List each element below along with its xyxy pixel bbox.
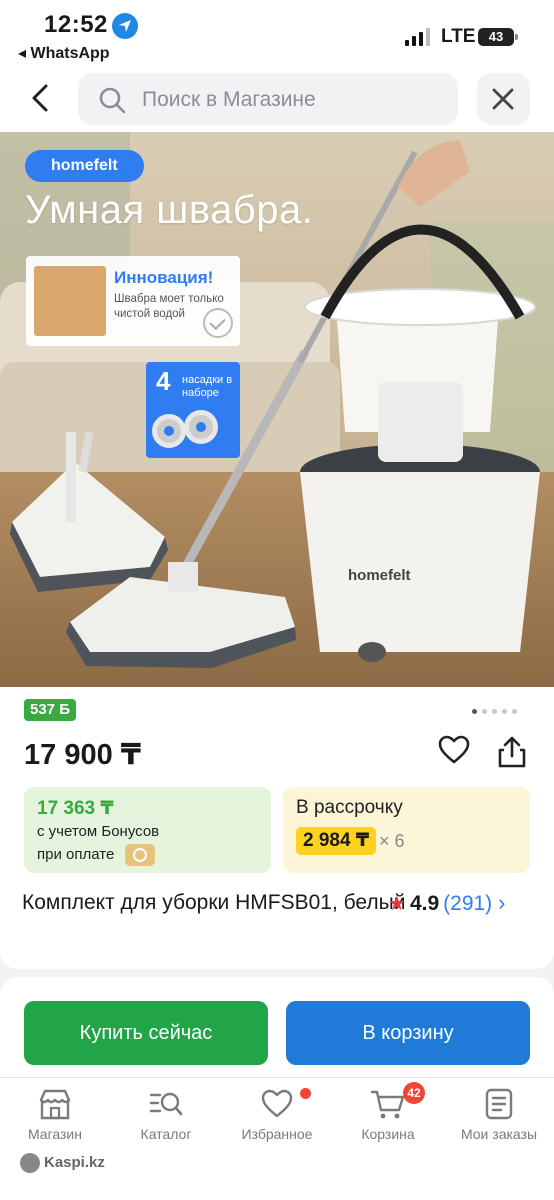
kaspi-watermark: Kaspi.kz <box>20 1153 105 1173</box>
share-icon <box>498 736 526 768</box>
star-icon: ★ <box>388 893 406 915</box>
bucket-brand: homefelt <box>348 567 411 584</box>
kaspi-pay-icon <box>125 844 155 866</box>
purchase-actions: Купить сейчас В корзину <box>0 977 554 1077</box>
reviews-count: (291) <box>443 892 493 915</box>
network-type: LTE <box>441 26 476 47</box>
search-icon <box>99 87 126 114</box>
cart-icon <box>370 1090 405 1119</box>
pad-icon <box>184 410 218 444</box>
search-input[interactable]: Поиск в Магазине <box>78 73 458 125</box>
hero-headline: Умная швабра. <box>25 188 314 232</box>
close-button[interactable] <box>477 73 530 125</box>
tab-favorites[interactable]: Избранное <box>222 1088 332 1142</box>
back-to-app-link[interactable]: ◂ WhatsApp <box>18 43 110 63</box>
search-placeholder: Поиск в Магазине <box>142 88 316 111</box>
signal-icon <box>405 28 433 46</box>
share-button[interactable] <box>496 735 528 774</box>
bonus-text-line1: с учетом Бонусов <box>37 823 160 840</box>
tab-catalog-label: Каталог <box>140 1126 192 1142</box>
chevron-left-icon <box>32 84 48 112</box>
kaspi-watermark-text: Kaspi.kz <box>44 1153 105 1171</box>
product-info-card: 537 Б 17 900 ₸ 17 363 ₸ с учетом Бонусов… <box>0 687 554 969</box>
chevron-right-icon: › <box>498 890 506 915</box>
tab-store-label: Магазин <box>27 1126 82 1142</box>
close-icon <box>492 88 514 110</box>
back-button[interactable] <box>24 78 60 118</box>
favorites-notification-dot <box>300 1088 311 1099</box>
bottom-tab-bar: Магазин Каталог Избранное 42 Корзина Мои… <box>0 1077 554 1200</box>
innovation-thumbnail <box>34 266 106 336</box>
product-image-gallery[interactable]: homefelt Умная швабра. Инновация! Швабра… <box>0 132 554 687</box>
pagination-dot <box>512 709 517 714</box>
favorite-button[interactable] <box>438 735 470 770</box>
tab-cart[interactable]: 42 Корзина <box>333 1082 443 1142</box>
kaspi-logo-icon <box>20 1153 40 1173</box>
status-time: 12:52 <box>44 11 108 38</box>
tab-orders-label: Мои заказы <box>460 1126 538 1142</box>
pads-count: 4 <box>156 366 171 396</box>
tab-favorites-label: Избранное <box>241 1126 313 1142</box>
rating-value: 4.9 <box>409 892 440 915</box>
heart-icon <box>438 735 470 764</box>
pagination-dot <box>482 709 487 714</box>
installment-card[interactable]: В рассрочку 2 984 ₸ × 6 <box>283 787 530 873</box>
bonus-points-badge: 537 Б <box>24 699 76 721</box>
product-title: Комплект для уборки HMFSB01, белый <box>22 891 406 914</box>
tab-orders[interactable]: Мои заказы <box>444 1088 554 1142</box>
pads-card: 4 насадки в наборе <box>146 362 240 458</box>
product-price: 17 900 ₸ <box>24 739 141 771</box>
cart-count-badge: 42 <box>403 1082 425 1104</box>
check-badge-icon <box>203 308 233 338</box>
bonus-price: 17 363 ₸ <box>37 798 114 819</box>
installment-multiplier: × 6 <box>379 831 405 851</box>
tab-cart-label: Корзина <box>361 1126 415 1142</box>
pagination-dot <box>502 709 507 714</box>
brand-badge: homefelt <box>25 150 144 182</box>
status-bar: 12:52 ◂ WhatsApp LTE 43 <box>0 0 554 70</box>
heart-icon <box>261 1089 293 1118</box>
tab-store[interactable]: Магазин <box>0 1088 110 1142</box>
location-arrow-icon <box>112 13 138 39</box>
bonus-text-line2: при оплате <box>37 846 115 863</box>
gallery-pagination <box>472 701 522 719</box>
pagination-dot <box>472 709 477 714</box>
rating-link[interactable]: ★ 4.9 (291) › <box>388 888 506 919</box>
pads-label: насадки в наборе <box>182 374 233 399</box>
buy-now-button[interactable]: Купить сейчас <box>24 1001 268 1065</box>
installment-title: В рассрочку <box>296 797 403 818</box>
search-header: Поиск в Магазине <box>0 70 554 132</box>
tab-catalog[interactable]: Каталог <box>111 1088 221 1142</box>
orders-icon <box>485 1088 513 1120</box>
bonus-price-card[interactable]: 17 363 ₸ с учетом Бонусов при оплате <box>24 787 271 873</box>
add-to-cart-button[interactable]: В корзину <box>286 1001 530 1065</box>
catalog-search-icon <box>149 1092 183 1116</box>
innovation-card: Инновация! Швабра моет только чистой вод… <box>26 256 240 346</box>
pad-icon <box>152 414 186 448</box>
pagination-dot <box>492 709 497 714</box>
store-icon <box>39 1089 71 1120</box>
innovation-title: Инновация! <box>114 268 214 287</box>
installment-price: 2 984 ₸ <box>296 827 377 855</box>
battery-icon: 43 <box>478 28 518 46</box>
